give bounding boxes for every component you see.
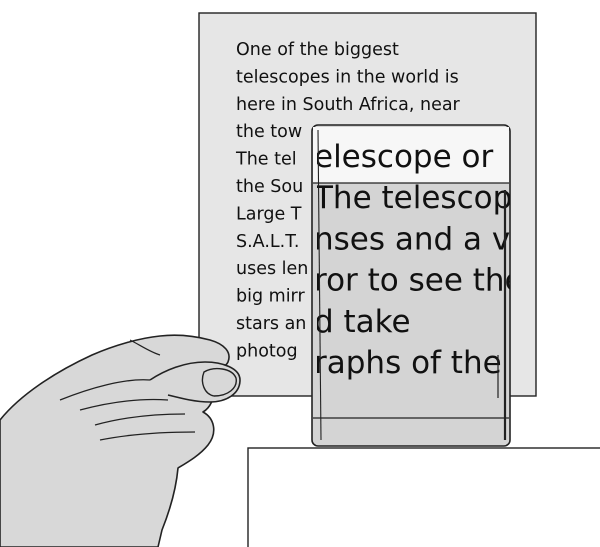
magnified-text-line: raphs of the <box>314 345 502 381</box>
table-box <box>247 447 600 547</box>
hand-holding-paper-icon <box>0 334 241 547</box>
paper-text-line: The tel <box>235 150 297 170</box>
paper-text-line: the tow <box>236 122 302 142</box>
paper-text-line: uses len <box>236 259 308 279</box>
magnifier-illustration: One of the biggest telescopes in the worl… <box>0 12 600 547</box>
paper-text-line: here in South Africa, near <box>236 95 461 115</box>
paper-text-line: Large T <box>236 204 302 224</box>
magnified-text-line: elescope or <box>314 139 493 175</box>
paper-text-line: photog <box>236 341 298 361</box>
magnified-text-line: nses and a ve <box>314 221 529 257</box>
magnified-text-line: ror to see the <box>314 263 524 299</box>
paper-text-line: One of the biggest <box>236 40 399 60</box>
paper-text-line: telescopes in the world is <box>236 67 459 87</box>
handheld-magnifier-icon: elescope or The telescop nses and a ve ror … <box>311 124 529 447</box>
paper-text-line: the Sou <box>236 177 303 197</box>
paper-text-line: stars an <box>236 314 306 334</box>
magnified-text-line: d take <box>314 304 411 340</box>
paper-text-line: big mirr <box>236 287 305 307</box>
paper-text-line: S.A.L.T. <box>236 232 299 252</box>
magnified-text-line: The telescop <box>313 180 512 216</box>
